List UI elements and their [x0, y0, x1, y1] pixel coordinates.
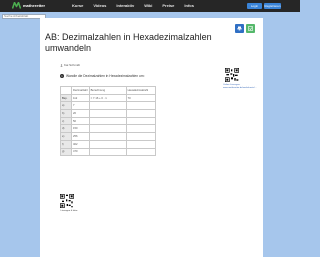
qr-solutions-label: Online-Lösungen: www.matheretter.de/work… — [223, 84, 257, 89]
table-row: e) 256 — [60, 132, 156, 141]
row-number: b) — [60, 109, 72, 118]
user-icon — [60, 63, 63, 67]
main-menu: Kurse Videos Interaktiv Wiki Preise Info… — [72, 3, 194, 8]
table-header-cell: Hexadezimalzahl — [125, 86, 156, 95]
nav-link-videos[interactable]: Videos — [93, 3, 106, 8]
row-number: d) — [60, 124, 72, 134]
table-cell: 470 — [71, 147, 90, 157]
table-cell: 112 — [71, 93, 90, 103]
nav-link-infos[interactable]: Infos — [184, 3, 194, 8]
qr-code-solutions[interactable] — [225, 68, 239, 82]
nav-link-preise[interactable]: Preise — [162, 3, 174, 8]
table-cell — [125, 109, 156, 118]
table-cell: 150 — [71, 124, 90, 134]
table-row: b) 20 — [60, 109, 156, 118]
table-cell — [125, 132, 156, 141]
table-cell — [125, 147, 156, 157]
row-number: g) — [60, 147, 72, 157]
share-button[interactable] — [246, 24, 255, 33]
author-info: Kai Schmidt — [60, 63, 80, 67]
table-cell — [125, 116, 156, 126]
login-button[interactable]: Login — [247, 3, 262, 9]
nav-link-wiki[interactable]: Wiki — [144, 3, 152, 8]
table-cell — [125, 139, 156, 149]
row-number: f) — [60, 139, 72, 149]
table-cell — [88, 101, 127, 111]
table-header-cell: Dezimalzahl — [71, 86, 90, 95]
row-number: c) — [60, 116, 72, 126]
share-icon — [248, 26, 253, 31]
table-cell — [88, 147, 127, 157]
top-navigation-bar: matheretter Kurse Videos Interaktiv Wiki… — [0, 0, 300, 12]
table-row: d) 150 — [60, 124, 156, 134]
table-cell — [88, 139, 127, 149]
table-header-cell — [60, 86, 72, 95]
row-number: a) — [60, 101, 72, 111]
nav-link-kurse[interactable]: Kurse — [72, 3, 83, 8]
table-example-row: Bsp. 112 = 7·16 + 0 · 1 70 — [60, 93, 156, 103]
row-number: e) — [60, 132, 72, 141]
table-cell — [88, 124, 127, 134]
nav-link-interaktiv[interactable]: Interaktiv — [116, 3, 134, 8]
table-header-cell: Berechnung — [88, 86, 127, 95]
qr-info-label: Lösungen & Infos — [60, 210, 78, 212]
table-row: c) 50 — [60, 116, 156, 126]
table-header-row: Dezimalzahl Berechnung Hexadezimalzahl — [60, 86, 156, 95]
task-text: Wandle die Dezimalzahlen in Hexadezimalz… — [66, 74, 145, 78]
table-cell: 50 — [71, 116, 90, 126]
table-cell — [88, 132, 127, 141]
print-icon — [237, 26, 242, 31]
table-cell: = 7·16 + 0 · 1 — [88, 93, 127, 103]
table-row: a) 7 — [60, 101, 156, 111]
conversion-table: Dezimalzahl Berechnung Hexadezimalzahl B… — [60, 86, 156, 157]
logo-text: matheretter — [23, 3, 46, 8]
table-cell — [125, 101, 156, 111]
table-row: g) 470 — [60, 147, 156, 157]
table-cell: 20 — [71, 109, 90, 118]
task-instruction: 1 Wandle die Dezimalzahlen in Hexadezima… — [60, 74, 145, 78]
table-cell: Bsp. — [60, 93, 72, 103]
task-number-badge: 1 — [60, 74, 64, 78]
table-cell: 402 — [71, 139, 90, 149]
table-cell: 256 — [71, 132, 90, 141]
register-button[interactable]: Registrieren — [264, 3, 281, 9]
site-logo[interactable]: matheretter — [12, 2, 45, 9]
qr-code-info[interactable] — [60, 194, 74, 208]
table-cell — [88, 109, 127, 118]
worksheet-card: AB: Dezimalzahlen in Hexadezimalzahlen u… — [40, 18, 263, 257]
logo-icon — [12, 2, 21, 9]
author-name: Kai Schmidt — [64, 63, 81, 67]
table-cell: 7 — [71, 101, 90, 111]
table-row: f) 402 — [60, 139, 156, 149]
table-cell — [125, 124, 156, 134]
table-cell: 70 — [125, 93, 156, 103]
print-button[interactable] — [235, 24, 244, 33]
page-title: AB: Dezimalzahlen in Hexadezimalzahlen u… — [45, 32, 212, 53]
table-cell — [88, 116, 127, 126]
